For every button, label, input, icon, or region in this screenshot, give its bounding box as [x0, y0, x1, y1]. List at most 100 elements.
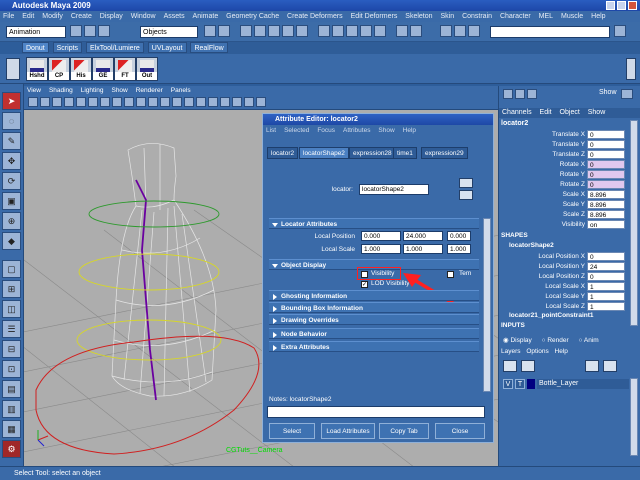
- ipr-render-icon[interactable]: [454, 25, 466, 37]
- menu-assets[interactable]: Assets: [164, 13, 185, 20]
- channel-row[interactable]: Visibility on: [499, 220, 629, 230]
- move-icon[interactable]: ✥: [2, 152, 21, 170]
- mask-icon[interactable]: [296, 25, 308, 37]
- resolution-gate-icon[interactable]: [172, 97, 182, 107]
- tab-scripts[interactable]: Scripts: [52, 42, 83, 53]
- channel-box-icon[interactable]: [503, 89, 513, 99]
- texture-icon[interactable]: [100, 97, 110, 107]
- cb-menu-object[interactable]: Object: [560, 109, 580, 116]
- minimize-icon[interactable]: [606, 1, 615, 10]
- menu-animate[interactable]: Animate: [193, 13, 219, 20]
- history-icon[interactable]: [396, 25, 408, 37]
- viewport-option-icon[interactable]: [208, 97, 218, 107]
- grid-icon[interactable]: [64, 97, 74, 107]
- channel-row[interactable]: Local Position X0: [499, 252, 629, 262]
- layout-two-icon[interactable]: ◫: [2, 300, 21, 318]
- viewport-menu-view[interactable]: View: [27, 87, 41, 94]
- menu-window[interactable]: Window: [131, 13, 156, 20]
- menu-create[interactable]: Create: [71, 13, 92, 20]
- shelf-scroll-icon[interactable]: [626, 58, 636, 80]
- snap-point-icon[interactable]: [346, 25, 358, 37]
- paint-icon[interactable]: ✎: [2, 132, 21, 150]
- menu-muscle[interactable]: Muscle: [561, 13, 583, 20]
- snap-surface-icon[interactable]: [374, 25, 386, 37]
- local-scale-z-field[interactable]: 1.000: [447, 244, 471, 254]
- menu-character[interactable]: Character: [500, 13, 531, 20]
- layout-outliner-icon[interactable]: ☰: [2, 320, 21, 338]
- anim-radio-icon[interactable]: ○: [579, 337, 583, 344]
- viewport-option-icon[interactable]: [244, 97, 254, 107]
- layer-editor-icon[interactable]: [515, 89, 525, 99]
- section-drawing-overrides[interactable]: Drawing Overrides: [269, 314, 479, 325]
- tab-realflow[interactable]: RealFlow: [190, 42, 228, 53]
- section-locator-attributes[interactable]: Locator Attributes: [269, 218, 479, 229]
- history-icon[interactable]: [410, 25, 422, 37]
- new-layer-selected-icon[interactable]: [521, 360, 535, 372]
- notes-field[interactable]: [267, 406, 485, 418]
- load-attributes-button[interactable]: Load Attributes: [321, 423, 375, 439]
- ae-menu-list[interactable]: List: [266, 127, 276, 134]
- ae-menu-show[interactable]: Show: [378, 127, 394, 134]
- manipulator-icon[interactable]: ⊕: [2, 212, 21, 230]
- tab-locatorshape2[interactable]: locatorShape2: [299, 147, 349, 159]
- tab-time1[interactable]: time1: [393, 147, 417, 159]
- isolate-icon[interactable]: [148, 97, 158, 107]
- local-scale-x-field[interactable]: 1.000: [361, 244, 401, 254]
- layer-name[interactable]: Bottle_Layer: [537, 379, 629, 389]
- snap-curve-icon[interactable]: [332, 25, 344, 37]
- ae-menu-attributes[interactable]: Attributes: [343, 127, 370, 134]
- layer-menu-options[interactable]: Options: [526, 348, 548, 355]
- viewport-option-icon[interactable]: [256, 97, 266, 107]
- select-by-object-icon[interactable]: [218, 25, 230, 37]
- channel-row[interactable]: Rotate X0: [499, 160, 629, 170]
- maximize-icon[interactable]: [617, 1, 626, 10]
- cb-menu-edit[interactable]: Edit: [540, 109, 552, 116]
- tool-settings-icon[interactable]: [621, 89, 633, 99]
- menu-create-deformers[interactable]: Create Deformers: [287, 13, 343, 20]
- last-tool-icon[interactable]: ◆: [2, 232, 21, 250]
- channel-row[interactable]: Rotate Z0: [499, 180, 629, 190]
- menu-edit[interactable]: Edit: [22, 13, 34, 20]
- snap-plane-icon[interactable]: [360, 25, 372, 37]
- shelf-button-ge[interactable]: GE: [92, 57, 114, 81]
- cb-menu-channels[interactable]: Channels: [502, 109, 532, 116]
- select-button[interactable]: Select: [269, 423, 315, 439]
- layout-graph-icon[interactable]: ⊟: [2, 340, 21, 358]
- cb-menu-show[interactable]: Show: [588, 109, 606, 116]
- shelf-button-his[interactable]: His: [70, 57, 92, 81]
- layout-single-icon[interactable]: ▢: [2, 260, 21, 278]
- shape-name[interactable]: locatorShape2: [509, 242, 554, 249]
- attribute-editor-icon[interactable]: [527, 89, 537, 99]
- mask-icon[interactable]: [254, 25, 266, 37]
- tab-donut[interactable]: Donut: [22, 42, 49, 53]
- select-arrow-icon[interactable]: ➤: [2, 92, 21, 110]
- channel-row[interactable]: Translate X0: [499, 130, 629, 140]
- constraint-name[interactable]: locator21_pointConstraint1: [509, 312, 594, 319]
- xray-icon[interactable]: [136, 97, 146, 107]
- viewport-menu-lighting[interactable]: Lighting: [81, 87, 104, 94]
- bookmark-icon[interactable]: [52, 97, 62, 107]
- menu-geometry-cache[interactable]: Geometry Cache: [226, 13, 279, 20]
- tab-elxtool-lumiere[interactable]: ElxTool/Lumiere: [86, 42, 144, 53]
- channel-box-object-name[interactable]: locator2: [501, 120, 528, 127]
- menu-edit-deformers[interactable]: Edit Deformers: [351, 13, 398, 20]
- close-button[interactable]: Close: [435, 423, 485, 439]
- input-line[interactable]: [490, 26, 610, 38]
- snap-grid-icon[interactable]: [318, 25, 330, 37]
- channel-row[interactable]: Local Position Z0: [499, 272, 629, 282]
- viewport-menu-renderer[interactable]: Renderer: [136, 87, 163, 94]
- wireframe-icon[interactable]: [76, 97, 86, 107]
- camera-icon[interactable]: [40, 97, 50, 107]
- tab-expression28[interactable]: expression28: [349, 147, 396, 159]
- shelf-button-cp[interactable]: CP: [48, 57, 70, 81]
- focus-icon[interactable]: [459, 178, 473, 188]
- shelf-button-ft[interactable]: FT: [114, 57, 136, 81]
- mode-dropdown[interactable]: Animation: [6, 26, 66, 38]
- render-settings-icon[interactable]: [468, 25, 480, 37]
- channel-row[interactable]: Local Scale Y1: [499, 292, 629, 302]
- save-scene-icon[interactable]: [98, 25, 110, 37]
- menu-file[interactable]: File: [3, 13, 14, 20]
- channel-row[interactable]: Scale Y 8.896: [499, 200, 629, 210]
- lights-icon[interactable]: [112, 97, 122, 107]
- layer-template-toggle[interactable]: T: [515, 379, 525, 389]
